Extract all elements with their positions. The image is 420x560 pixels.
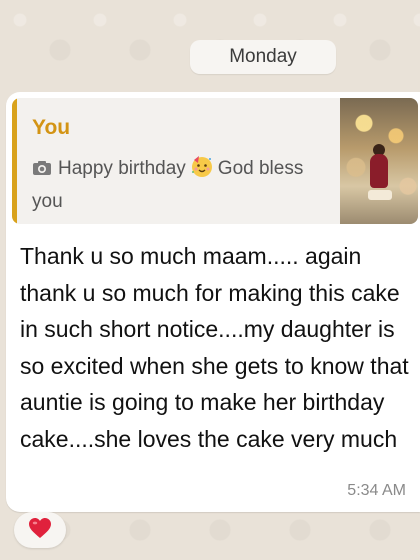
thumbnail-cake bbox=[368, 190, 392, 200]
quote-author: You bbox=[32, 116, 71, 139]
message-bubble[interactable]: You Happy birthday God bless you Thank u… bbox=[6, 92, 420, 512]
message-timestamp: 5:34 AM bbox=[347, 482, 406, 499]
date-label: Monday bbox=[229, 46, 297, 67]
quoted-image-thumbnail[interactable] bbox=[340, 98, 418, 224]
reaction-badge[interactable] bbox=[14, 512, 66, 548]
quote-accent-bar bbox=[12, 98, 17, 224]
quoted-reply[interactable]: You Happy birthday God bless you bbox=[12, 98, 418, 224]
quote-text-line2: you bbox=[32, 191, 63, 212]
quote-text: Happy birthday God bless you bbox=[32, 154, 332, 216]
camera-icon bbox=[32, 156, 52, 185]
red-heart-icon bbox=[28, 517, 52, 544]
thumbnail-person bbox=[370, 154, 388, 188]
message-text: Thank u so much maam..... again thank u … bbox=[20, 243, 409, 452]
partying-face-icon bbox=[190, 154, 214, 187]
quote-text-after: God bless bbox=[217, 158, 304, 179]
date-separator: Monday bbox=[190, 40, 336, 74]
quote-text-before: Happy birthday bbox=[58, 158, 186, 179]
